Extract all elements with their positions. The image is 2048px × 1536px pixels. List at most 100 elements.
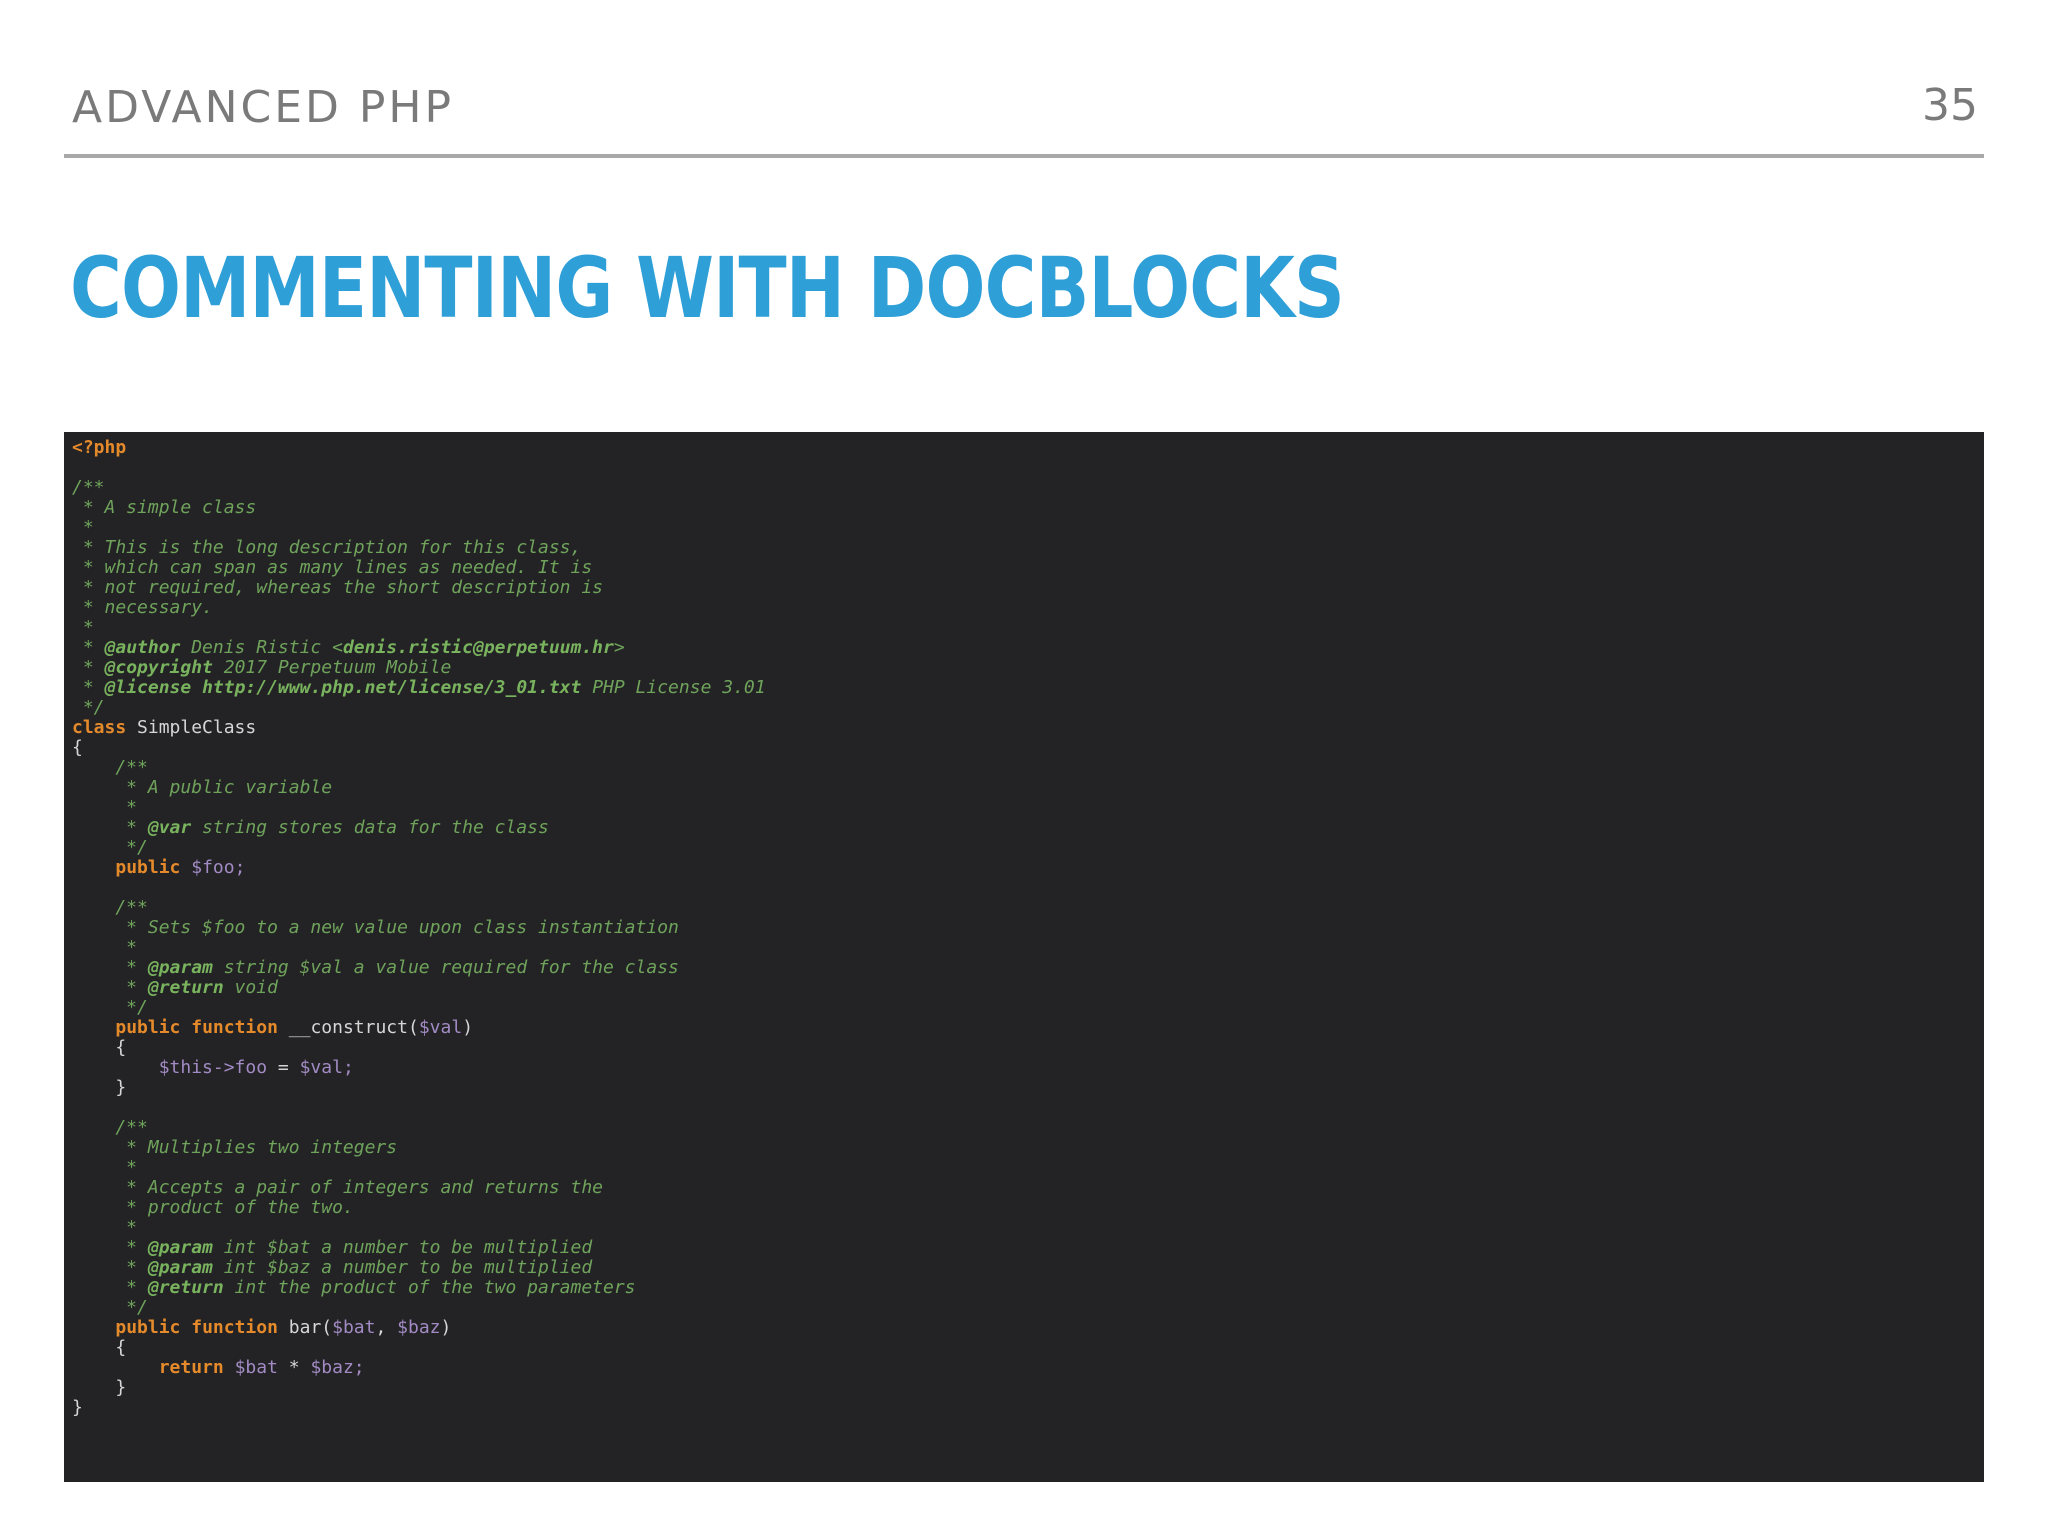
code-token-cm: 2017 Perpetuum Mobile <box>212 657 452 678</box>
code-token-cm: * <box>72 977 148 998</box>
code-token-plain: { <box>72 737 83 758</box>
code-token-tag: @return <box>147 1277 224 1298</box>
code-token-plain: bar( <box>277 1317 333 1338</box>
code-line: * A simple class <box>72 498 1984 518</box>
code-token-cm: * <box>72 817 148 838</box>
code-line: <?php <box>72 438 1984 458</box>
code-line: * @var string stores data for the class <box>72 818 1984 838</box>
code-token-cm: * This is the long description for this … <box>72 537 582 558</box>
code-token-plain: ) <box>440 1317 452 1338</box>
code-token-cm: int the product of the two parameters <box>223 1277 636 1298</box>
code-token-cm: * Sets $foo to a new value upon class in… <box>72 917 679 938</box>
code-line: public function bar($bat, $baz) <box>72 1318 1984 1338</box>
code-line: */ <box>72 998 1984 1018</box>
code-line: } <box>72 1078 1984 1098</box>
code-token-cm: /** <box>72 757 148 778</box>
code-token-cm <box>191 677 202 698</box>
code-line: } <box>72 1378 1984 1398</box>
code-line: */ <box>72 1298 1984 1318</box>
code-token-cm: * <box>72 617 94 638</box>
code-token-kw: public <box>115 1317 181 1338</box>
code-token-cm: * <box>72 657 105 678</box>
code-token-cm: * <box>72 1157 138 1178</box>
code-token-php: <?php <box>72 437 127 458</box>
code-token-tag: @param <box>147 1257 213 1278</box>
code-token-cm: /** <box>72 477 105 498</box>
code-line: { <box>72 738 1984 758</box>
code-token-plain: __construct( <box>277 1017 419 1038</box>
code-line: */ <box>72 698 1984 718</box>
header-title: ADVANCED PHP <box>72 82 455 133</box>
code-token-cm: int $bat a number to be multiplied <box>212 1237 593 1258</box>
code-line: } <box>72 1398 1984 1418</box>
code-token-cm: * necessary. <box>72 597 213 618</box>
code-token-kw: public <box>115 857 181 878</box>
code-token-tag: @license <box>104 677 192 698</box>
code-line: $this->foo = $val; <box>72 1058 1984 1078</box>
code-token-kw: function <box>191 1317 278 1338</box>
code-token-cm: * not required, whereas the short descri… <box>72 577 604 598</box>
code-token-cm: int $baz a number to be multiplied <box>212 1257 593 1278</box>
code-line: { <box>72 1338 1984 1358</box>
code-line: * @param string $val a value required fo… <box>72 958 1984 978</box>
code-token-kw: public <box>115 1017 181 1038</box>
code-line: * <box>72 618 1984 638</box>
code-token-kw: return <box>158 1357 224 1378</box>
code-token-plain: = <box>267 1057 300 1078</box>
code-line: * Accepts a pair of integers and returns… <box>72 1178 1984 1198</box>
code-line: * <box>72 518 1984 538</box>
code-line: * A public variable <box>72 778 1984 798</box>
code-token-var: $foo; <box>191 857 246 878</box>
code-line: * not required, whereas the short descri… <box>72 578 1984 598</box>
code-token-tag: @param <box>147 1237 213 1258</box>
code-line: * product of the two. <box>72 1198 1984 1218</box>
code-line: * <box>72 1218 1984 1238</box>
code-token-cm: */ <box>72 697 105 718</box>
code-token-cm: * A simple class <box>72 497 257 518</box>
code-token-cm: * Multiplies two integers <box>72 1137 398 1158</box>
code-token-tag: denis.ristic@perpetuum.hr <box>342 637 614 658</box>
slide-title: COMMENTING WITH DOCBLOCKS <box>70 239 1345 337</box>
code-token-cm: void <box>223 977 278 998</box>
code-token-cm: * <box>72 1237 148 1258</box>
code-line: * necessary. <box>72 598 1984 618</box>
code-token-kw: function <box>191 1017 278 1038</box>
code-token-cm: Denis Ristic < <box>180 637 343 658</box>
code-token-cm: * <box>72 797 138 818</box>
code-token-cm: * <box>72 677 105 698</box>
code-line: /** <box>72 478 1984 498</box>
code-line: /** <box>72 1118 1984 1138</box>
code-line: * This is the long description for this … <box>72 538 1984 558</box>
code-line: public function __construct($val) <box>72 1018 1984 1038</box>
code-token-cm: /** <box>72 1117 148 1138</box>
code-token-plain: { <box>72 1037 127 1058</box>
code-token-tag: @param <box>147 957 213 978</box>
code-token-cm: */ <box>72 837 148 858</box>
code-token-plain: { <box>72 1337 127 1358</box>
code-token-cm: PHP License 3.01 <box>581 677 766 698</box>
code-line: * <box>72 1158 1984 1178</box>
code-line: * @return int the product of the two par… <box>72 1278 1984 1298</box>
code-token-tag: @author <box>104 637 181 658</box>
code-token-cm: * <box>72 957 148 978</box>
code-token-tag: @var <box>147 817 192 838</box>
code-line: * which can span as many lines as needed… <box>72 558 1984 578</box>
code-line: * <box>72 798 1984 818</box>
code-token-cm: string $val a value required for the cla… <box>212 957 679 978</box>
code-line: * @license http://www.php.net/license/3_… <box>72 678 1984 698</box>
code-line: * @author Denis Ristic <denis.ristic@per… <box>72 638 1984 658</box>
code-token-kw: class <box>72 717 127 738</box>
code-token-var: $val; <box>299 1057 354 1078</box>
code-line: /** <box>72 898 1984 918</box>
slide: ADVANCED PHP 35 COMMENTING WITH DOCBLOCK… <box>0 0 2048 1536</box>
code-token-cm: * which can span as many lines as needed… <box>72 557 593 578</box>
code-line: { <box>72 1038 1984 1058</box>
code-line: * Sets $foo to a new value upon class in… <box>72 918 1984 938</box>
code-line: class SimpleClass <box>72 718 1984 738</box>
code-token-var: $this->foo <box>158 1057 268 1078</box>
